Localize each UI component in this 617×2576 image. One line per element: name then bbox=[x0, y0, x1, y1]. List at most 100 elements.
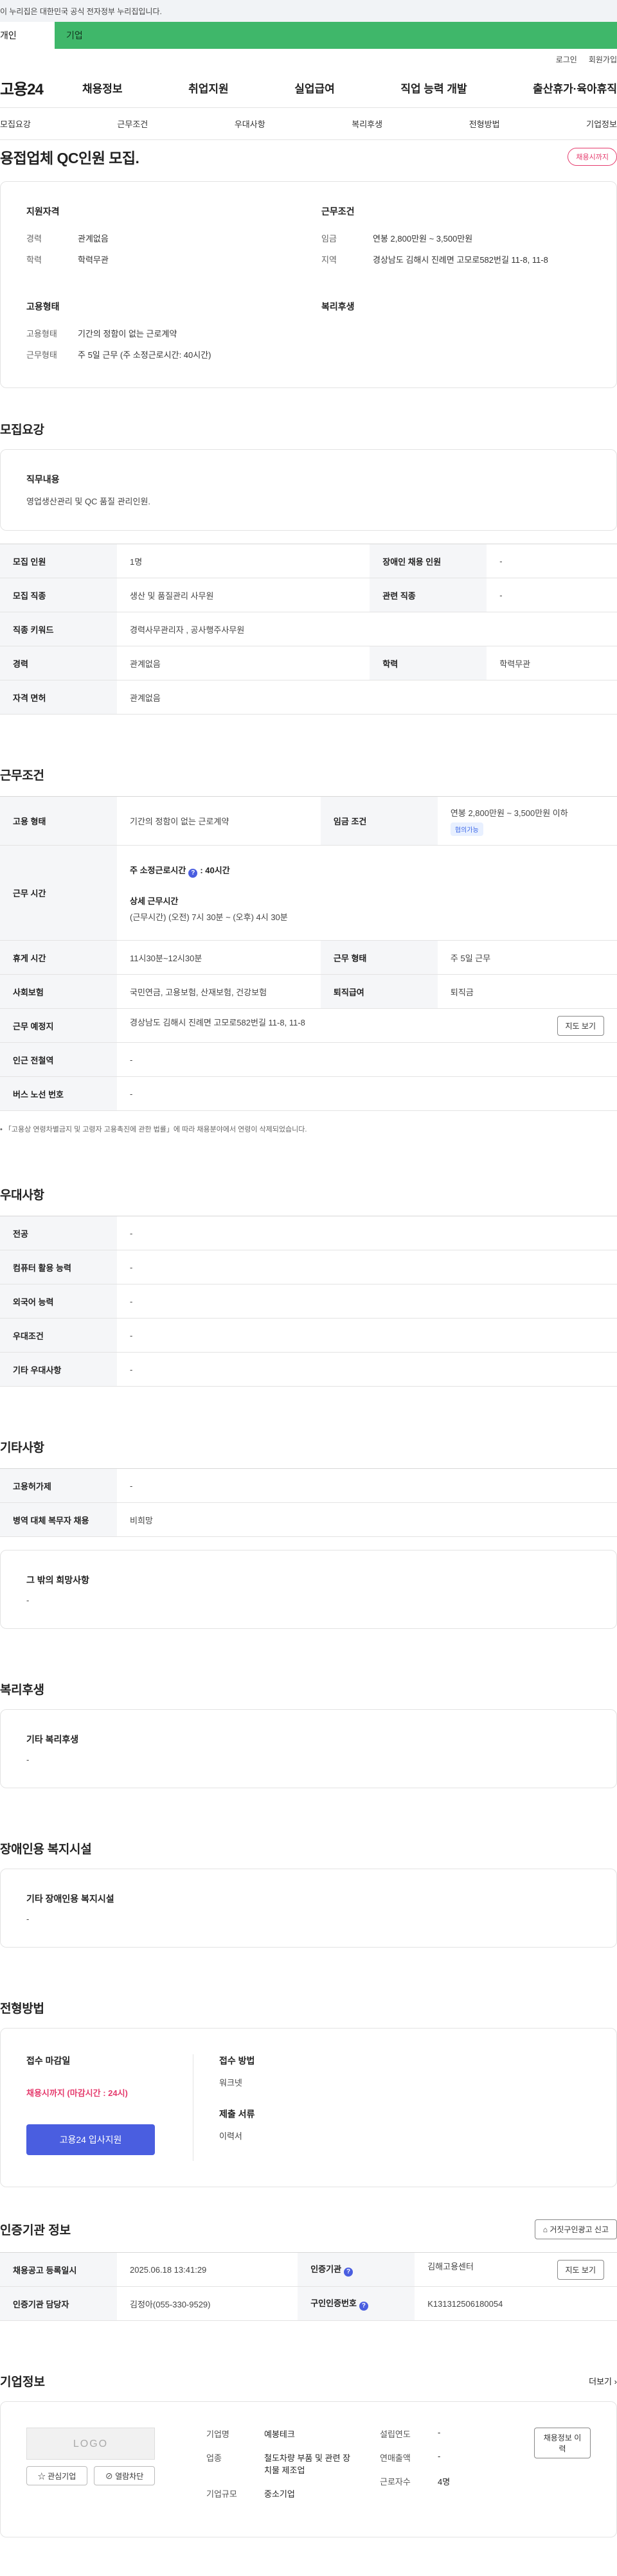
row-value: 퇴직금 bbox=[437, 974, 617, 1009]
hours-cell: 주 소정근로시간?: 40시간 상세 근무시간 (근무시간) (오전) 7시 3… bbox=[117, 845, 617, 941]
row-value: 관계없음 bbox=[117, 680, 617, 715]
row-label: 직종 키워드 bbox=[0, 612, 117, 646]
section-nav-item[interactable]: 전형방법 bbox=[469, 118, 500, 130]
welfare-section-title: 복리후생 bbox=[0, 1683, 44, 1697]
section-nav-item[interactable]: 기업정보 bbox=[586, 118, 617, 130]
section-nav-item[interactable]: 우대사항 bbox=[235, 118, 265, 130]
qual-career-value: 관계없음 bbox=[78, 234, 109, 244]
gnb-item[interactable]: 취업지원 bbox=[188, 80, 229, 96]
favorite-company-button[interactable]: ☆ 관심기업 bbox=[26, 2466, 87, 2485]
row-value: - bbox=[117, 1216, 617, 1250]
row-value: 생산 및 품질관리 사무원 bbox=[117, 578, 370, 612]
duty-title: 직무내용 bbox=[26, 474, 60, 484]
cert-table: 채용공고 등록일시 2025.06.18 13:41:29 인증기관? 김해고용… bbox=[0, 2252, 617, 2321]
company-employees-value: 4명 bbox=[438, 2477, 451, 2487]
welfare-box: 기타 복리후생 - bbox=[0, 1709, 617, 1788]
row-label: 병역 대체 복무자 채용 bbox=[0, 1502, 117, 1537]
work-title: 근무조건 bbox=[321, 206, 355, 217]
row-label: 고용 형태 bbox=[0, 796, 117, 846]
info-icon[interactable]: ? bbox=[188, 868, 198, 878]
gnb-item[interactable]: 채용정보 bbox=[82, 80, 123, 96]
location-value: 경상남도 김해시 진례면 고모로582번길 11-8, 11-8 bbox=[130, 1017, 305, 1027]
other-table: 고용허가제 - 병역 대체 복무자 채용 비희망 bbox=[0, 1468, 617, 1537]
row-label: 인근 전철역 bbox=[0, 1042, 117, 1077]
table-row: 인증기관 담당자 김정아(055-330-9529) 구인인증번호? K1313… bbox=[0, 2286, 617, 2321]
cert-header: 인증기관 정보 ⌂ 거짓구인광고 신고 bbox=[0, 2219, 617, 2239]
row-label: 경력 bbox=[0, 646, 117, 680]
qualification-block: 지원자격 경력 관계없음 학력 학력무관 bbox=[26, 205, 296, 274]
row-value: 경력사무관리자 , 공사행주사무원 bbox=[117, 612, 617, 646]
emp-type-value: 기간의 정함이 없는 근로계약 bbox=[78, 329, 177, 339]
site-logo[interactable]: 고용24 bbox=[0, 76, 71, 99]
job-title: 용접업체 QC인원 모집. bbox=[0, 150, 139, 166]
table-row: 자격 면허 관계없음 bbox=[0, 680, 617, 715]
section-nav-item[interactable]: 모집요강 bbox=[0, 118, 31, 130]
row-value: - bbox=[117, 1250, 617, 1284]
company-sales-value: - bbox=[438, 2451, 441, 2461]
row-label: 전공 bbox=[0, 1216, 117, 1250]
report-false-ad-button[interactable]: ⌂ 거짓구인광고 신고 bbox=[534, 2219, 617, 2239]
table-row: 인근 전철역 - bbox=[0, 1042, 617, 1077]
favorite-label: 관심기업 bbox=[48, 2471, 76, 2481]
table-row: 모집 인원 1명 장애인 채용 인원 - bbox=[0, 544, 617, 578]
work-block: 근무조건 임금 연봉 2,800만원 ~ 3,500만원 지역 경상남도 김해시 진… bbox=[321, 205, 591, 274]
more-link[interactable]: 더보기 › bbox=[589, 2375, 617, 2387]
map-button[interactable]: 지도 보기 bbox=[557, 1015, 604, 1036]
work-region-label: 지역 bbox=[321, 255, 337, 265]
table-row: 근무 예정지 경상남도 김해시 진례면 고모로582번길 11-8, 11-8 … bbox=[0, 1008, 617, 1043]
gnb-item[interactable]: 실업급여 bbox=[294, 80, 335, 96]
row-value: 기간의 정함이 없는 근로계약 bbox=[117, 796, 321, 846]
row-value: 주 5일 근무 bbox=[437, 940, 617, 975]
row-value: - bbox=[487, 544, 617, 578]
login-link[interactable]: 로그인 bbox=[556, 54, 577, 68]
employment-block: 고용형태 고용형태 기간의 정함이 없는 근로계약 근무형태 주 5일 근무 (주 … bbox=[26, 300, 296, 369]
company-name-value: 예봉테크 bbox=[264, 2429, 295, 2439]
utility-menu: 로그인 회원가입 bbox=[0, 49, 617, 68]
work-wage-value: 연봉 2,800만원 ~ 3,500만원 bbox=[373, 234, 473, 244]
job-header: 용접업체 QC인원 모집. 채용시까지 bbox=[0, 140, 617, 173]
deadline-block: 접수 마감일 채용시까지 (마감시간 : 24시) 고용24 입사지원 bbox=[26, 2054, 193, 2161]
company-employees-label: 근로자수 bbox=[380, 2477, 411, 2487]
join-link[interactable]: 회원가입 bbox=[589, 54, 617, 68]
row-label: 임금 조건 bbox=[320, 796, 438, 846]
cert-map-button[interactable]: 지도 보기 bbox=[557, 2259, 604, 2280]
qual-career-label: 경력 bbox=[26, 234, 42, 244]
work-wage-label: 임금 bbox=[321, 234, 337, 244]
disabled-section-title: 장애인용 복지시설 bbox=[0, 1843, 92, 1856]
info-icon[interactable]: ? bbox=[359, 2302, 368, 2311]
apply-button[interactable]: 고용24 입사지원 bbox=[26, 2124, 155, 2155]
company-industry-value: 철도차량 부품 및 관련 장치물 제조업 bbox=[264, 2453, 351, 2475]
method-value: 워크넷 bbox=[219, 2078, 242, 2088]
info-icon[interactable]: ? bbox=[344, 2268, 353, 2277]
weekly-hours-value: : 40시간 bbox=[200, 865, 230, 875]
gnb-item[interactable]: 출산휴가·육아휴직 bbox=[533, 80, 617, 96]
company-founded-value: - bbox=[438, 2428, 441, 2437]
tab-personal[interactable]: 개인 bbox=[0, 22, 55, 49]
age-note: • 「고용상 연령차별금지 및 고령자 고용촉진에 관한 법률」에 따라 채용분… bbox=[0, 1126, 307, 1133]
docs-title: 제출 서류 bbox=[219, 2109, 255, 2119]
table-row: 직종 키워드 경력사무관리자 , 공사행주사무원 bbox=[0, 612, 617, 646]
status-badge: 채용시까지 bbox=[568, 148, 617, 166]
hiring-history-button[interactable]: 채용정보 이력 bbox=[534, 2428, 591, 2458]
row-value: 국민연금, 고용보험, 산재보험, 건강보험 bbox=[117, 974, 321, 1009]
row-label: 퇴직급여 bbox=[320, 974, 438, 1009]
row-value: - bbox=[117, 1468, 617, 1503]
row-value: - bbox=[487, 578, 617, 612]
selection-card: 접수 마감일 채용시까지 (마감시간 : 24시) 고용24 입사지원 접수 방… bbox=[0, 2028, 617, 2187]
gov-banner: 이 누리집은 대한민국 공식 전자정부 누리집입니다. bbox=[0, 0, 617, 22]
table-row: 고용허가제 - bbox=[0, 1468, 617, 1503]
table-row: 채용공고 등록일시 2025.06.18 13:41:29 인증기관? 김해고용… bbox=[0, 2252, 617, 2287]
row-label: 근무 형태 bbox=[320, 940, 438, 975]
section-nav-item[interactable]: 근무조건 bbox=[117, 118, 148, 130]
table-row: 고용 형태 기간의 정함이 없는 근로계약 임금 조건 연봉 2,800만원 ~… bbox=[0, 796, 617, 846]
row-label: 구인인증번호 bbox=[310, 2298, 357, 2308]
row-label: 채용공고 등록일시 bbox=[0, 2252, 117, 2287]
tab-corporate[interactable]: 기업 bbox=[55, 22, 617, 49]
section-nav: 모집요강 근무조건 우대사항 복리후생 전형방법 기업정보 bbox=[0, 108, 617, 140]
gnb-item[interactable]: 직업 능력 개발 bbox=[400, 80, 467, 96]
qual-edu-label: 학력 bbox=[26, 255, 42, 265]
recruit-section-title: 모집요강 bbox=[0, 423, 44, 437]
section-nav-item[interactable]: 복리후생 bbox=[352, 118, 382, 130]
block-view-button[interactable]: ⊘ 열람차단 bbox=[94, 2466, 155, 2485]
preferences-section-title: 우대사항 bbox=[0, 1189, 44, 1202]
